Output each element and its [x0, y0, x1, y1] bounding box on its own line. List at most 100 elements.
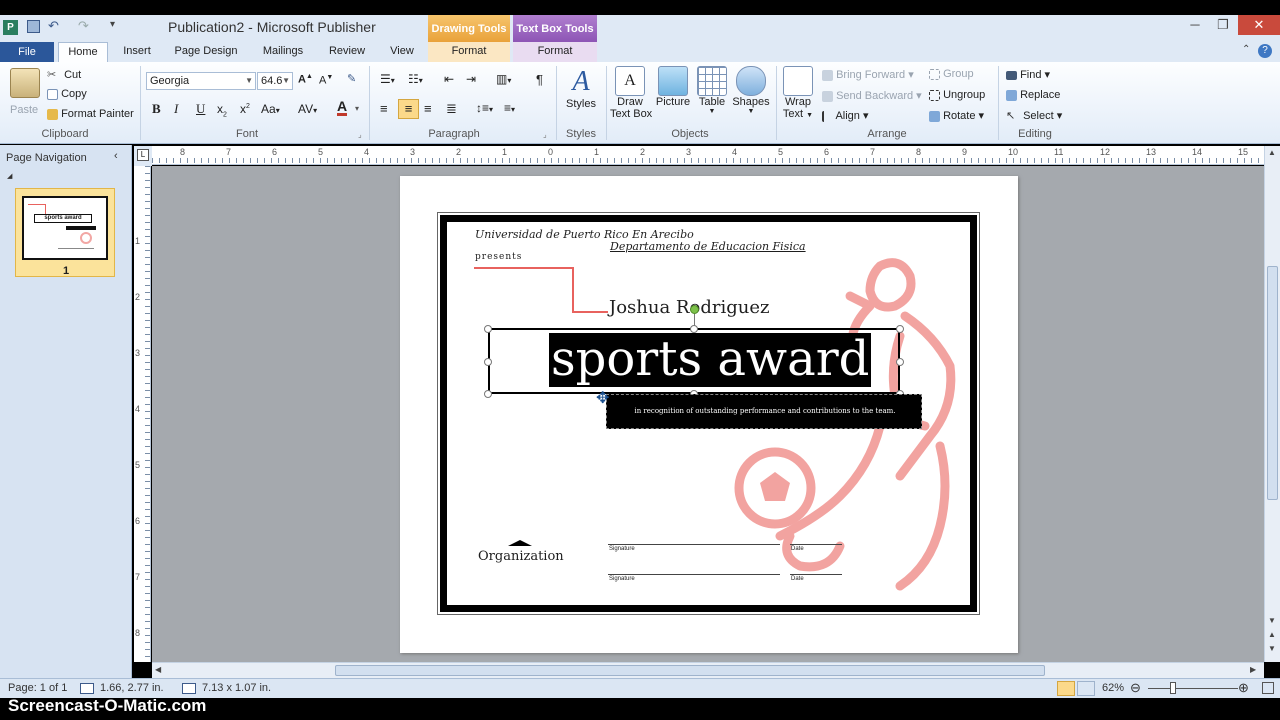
align-button[interactable]: Align ▾ [822, 109, 869, 122]
tab-mailings[interactable]: Mailings [252, 42, 314, 62]
subtitle-text-box[interactable]: in recognition of outstanding performanc… [606, 394, 922, 429]
customize-qat-icon[interactable]: ▾ [110, 19, 115, 30]
superscript-icon[interactable]: x2 [240, 102, 250, 116]
grow-font-icon[interactable]: A▲ [298, 73, 313, 86]
rotation-handle[interactable] [690, 305, 699, 314]
bold-icon[interactable]: B [152, 101, 161, 117]
change-case-icon[interactable]: Aa▾ [261, 102, 280, 116]
character-spacing-icon[interactable]: AV▾ [298, 102, 317, 116]
font-size-select[interactable]: 64.6 ▼ [257, 72, 293, 90]
table-button[interactable]: Table ▼ [694, 66, 730, 115]
clear-formatting-icon[interactable]: ✎ [347, 72, 356, 85]
page-thumbnail[interactable]: sports award 1 [15, 188, 115, 277]
replace-button[interactable]: Replace [1006, 89, 1060, 101]
expand-section-icon[interactable]: ◢ [7, 172, 12, 180]
align-right-icon[interactable]: ≡ [424, 101, 432, 116]
selection-handle[interactable] [484, 325, 492, 333]
underline-icon[interactable]: U [196, 101, 205, 117]
minimize-ribbon-icon[interactable]: ⌃ [1242, 44, 1250, 55]
ungroup-button[interactable]: Ungroup [929, 89, 985, 101]
scroll-down-icon[interactable]: ▼ [1268, 616, 1276, 625]
styles-button[interactable]: A Styles [562, 66, 600, 124]
wrap-text-button[interactable]: Wrap Text ▼ [780, 66, 816, 120]
numbering-icon[interactable]: ☷▾ [408, 72, 423, 86]
scroll-thumb[interactable] [335, 665, 1045, 676]
scroll-right-icon[interactable]: ▶ [1250, 665, 1256, 674]
justify-icon[interactable]: ≣ [446, 101, 457, 117]
selection-handle[interactable] [484, 390, 492, 398]
shapes-button[interactable]: Shapes ▼ [732, 66, 770, 115]
cut-button[interactable]: ✂ Cut [47, 68, 81, 82]
paragraph-mark-icon[interactable]: ¶ [536, 72, 543, 87]
fit-page-icon[interactable] [1262, 682, 1274, 694]
scroll-up-icon[interactable]: ▲ [1268, 148, 1276, 157]
line-spacing-icon[interactable]: ↕≡▾ [476, 101, 493, 115]
date-label[interactable]: Date [791, 576, 804, 582]
tab-review[interactable]: Review [320, 42, 374, 62]
scroll-left-icon[interactable]: ◀ [155, 665, 161, 674]
previous-page-icon[interactable]: ▲ [1268, 630, 1276, 639]
organization-text[interactable]: Organization [478, 549, 564, 564]
select-button[interactable]: ↖ Select ▾ [1006, 109, 1062, 123]
draw-text-box-button[interactable]: A Draw Text Box [610, 66, 652, 120]
save-icon[interactable] [27, 20, 40, 33]
align-left-icon[interactable]: ≡ [380, 101, 388, 116]
zoom-level-text[interactable]: 62% [1102, 682, 1124, 694]
page-count-text[interactable]: Page: 1 of 1 [8, 682, 67, 694]
dialog-launcher-icon[interactable]: ⌟ [543, 130, 547, 139]
font-color-icon[interactable]: A [337, 99, 348, 116]
copy-button[interactable]: Copy [47, 88, 87, 100]
redo-icon[interactable]: ↷ [78, 18, 89, 34]
signature-label[interactable]: Signature [609, 576, 635, 582]
next-page-icon[interactable]: ▼ [1268, 644, 1276, 653]
bring-forward-button[interactable]: Bring Forward ▾ [822, 68, 914, 81]
subscript-icon[interactable]: x2 [217, 102, 227, 118]
paste-button[interactable]: Paste [6, 66, 40, 118]
tab-home[interactable]: Home [58, 42, 108, 62]
object-position-text[interactable]: 1.66, 2.77 in. [100, 682, 164, 694]
italic-icon[interactable]: I [174, 101, 178, 117]
zoom-slider[interactable] [1148, 688, 1238, 689]
undo-icon[interactable]: ↶ [48, 18, 59, 34]
help-icon[interactable]: ? [1258, 44, 1272, 58]
selection-handle[interactable] [896, 358, 904, 366]
publication-page[interactable]: Universidad de Puerto Rico En Arecibo De… [400, 176, 1018, 653]
horizontal-ruler[interactable]: 8 7 6 5 4 3 2 1 0 1 2 3 4 5 6 7 8 9 10 11 12 13 14 15 [152, 146, 1264, 165]
tab-page-design[interactable]: Page Design [168, 42, 244, 62]
rotate-button[interactable]: Rotate ▾ [929, 109, 984, 122]
signature-label[interactable]: Signature [609, 546, 635, 552]
publisher-logo-icon[interactable]: P [3, 20, 18, 35]
send-backward-button[interactable]: Send Backward ▾ [822, 89, 922, 102]
minimize-button[interactable]: ─ [1180, 15, 1210, 35]
selection-handle[interactable] [896, 325, 904, 333]
zoom-in-icon[interactable]: ⊕ [1238, 680, 1249, 696]
dialog-launcher-icon[interactable]: ⌟ [358, 130, 362, 139]
selection-handle[interactable] [690, 325, 698, 333]
group-button[interactable]: Group [929, 68, 974, 80]
bullets-icon[interactable]: ☰▾ [380, 72, 395, 86]
restore-button[interactable]: ❐ [1208, 15, 1238, 35]
tab-stop-icon[interactable]: L [137, 149, 149, 161]
subtitle-text[interactable]: in recognition of outstanding performanc… [607, 407, 923, 415]
increase-indent-icon[interactable]: ⇥ [466, 72, 476, 86]
zoom-slider-thumb[interactable] [1170, 682, 1176, 694]
department-text[interactable]: Departamento de Educacion Fisica [610, 240, 806, 253]
horizontal-scrollbar[interactable]: ◀ ▶ [152, 662, 1264, 678]
title-text-box[interactable]: sports award [488, 328, 900, 394]
chevron-down-icon[interactable]: ▾ [355, 104, 359, 113]
vertical-ruler[interactable]: 1 2 3 4 5 6 7 8 [134, 166, 151, 662]
picture-button[interactable]: Picture [654, 66, 692, 108]
title-text[interactable]: sports award [549, 333, 872, 387]
zoom-out-icon[interactable]: ⊖ [1130, 680, 1141, 696]
single-page-view-icon[interactable] [1057, 681, 1075, 696]
presents-text[interactable]: presents [475, 252, 522, 262]
font-family-select[interactable]: Georgia ▼ [146, 72, 256, 90]
tab-textbox-format[interactable]: Format [513, 42, 597, 62]
selection-handle[interactable] [484, 358, 492, 366]
collapse-pane-icon[interactable]: ‹ [114, 150, 118, 162]
date-label[interactable]: Date [791, 546, 804, 552]
tab-view[interactable]: View [382, 42, 422, 62]
tab-insert[interactable]: Insert [114, 42, 160, 62]
paragraph-spacing-icon[interactable]: ≡▾ [504, 101, 515, 115]
columns-icon[interactable]: ▥▾ [496, 72, 511, 86]
